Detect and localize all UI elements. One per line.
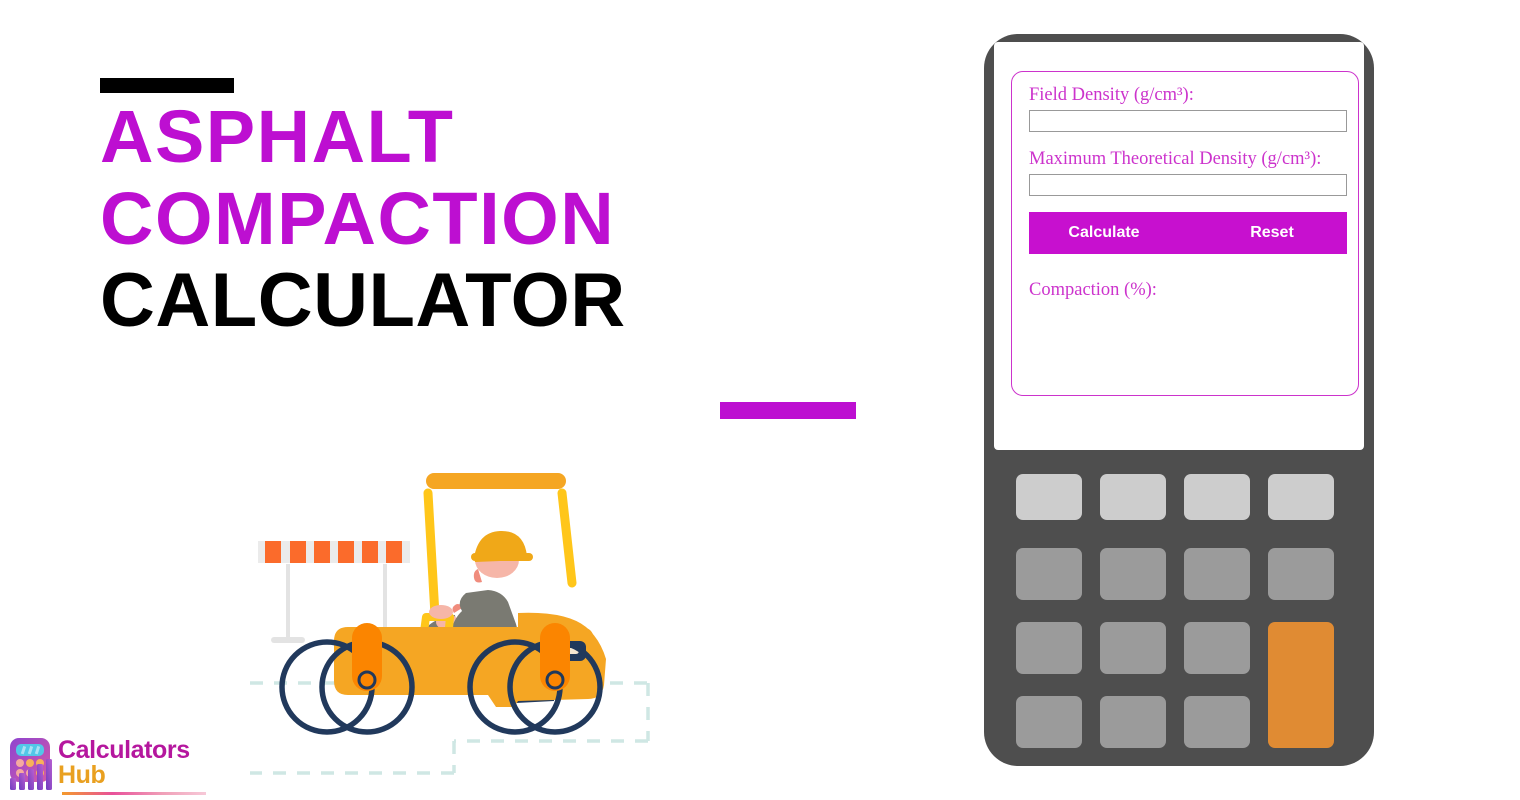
road-roller-illustration — [250, 465, 670, 775]
keypad-key-r2c4[interactable] — [1268, 548, 1334, 600]
keypad-key-r2c1[interactable] — [1016, 548, 1082, 600]
page-title-line-3: Calculator — [100, 258, 626, 343]
poster-canvas: Asphalt Compaction Calculator — [0, 0, 1520, 800]
keypad-key-r2c3[interactable] — [1184, 548, 1250, 600]
hero-section: Asphalt Compaction Calculator — [0, 0, 940, 800]
accent-bar-black — [100, 78, 234, 93]
calculator-phone-mockup: Field Density (g/cm³): Maximum Theoretic… — [984, 34, 1374, 766]
field-density-input[interactable] — [1029, 110, 1347, 132]
phone-screen: Field Density (g/cm³): Maximum Theoretic… — [994, 42, 1364, 450]
keypad-key-r3c3[interactable] — [1184, 622, 1250, 674]
logo-underline-gradient — [62, 792, 206, 795]
accent-bar-magenta — [720, 402, 856, 419]
page-title-line-1: Asphalt — [100, 95, 455, 178]
keypad-key-r1c2[interactable] — [1100, 474, 1166, 520]
calculator-keypad — [1016, 474, 1342, 770]
keypad-key-equals-accent[interactable] — [1268, 622, 1334, 748]
keypad-key-r1c3[interactable] — [1184, 474, 1250, 520]
calculator-bars-logo-icon — [6, 736, 58, 794]
calculate-button[interactable]: Calculate — [1029, 212, 1187, 254]
keypad-key-r4c1[interactable] — [1016, 696, 1082, 748]
reset-button[interactable]: Reset — [1187, 212, 1347, 254]
logo-wordmark: Calculators Hub — [58, 738, 190, 788]
logo-text-hub: Hub — [58, 761, 106, 789]
keypad-key-r1c4[interactable] — [1268, 474, 1334, 520]
keypad-key-r4c3[interactable] — [1184, 696, 1250, 748]
calculators-hub-logo[interactable]: Calculators Hub — [6, 736, 206, 796]
keypad-key-r1c1[interactable] — [1016, 474, 1082, 520]
max-theoretical-density-input[interactable] — [1029, 174, 1347, 196]
compaction-result-label: Compaction (%): — [1029, 280, 1157, 300]
page-title-line-2: Compaction — [100, 177, 616, 260]
max-theoretical-density-label: Maximum Theoretical Density (g/cm³): — [1029, 149, 1322, 169]
keypad-key-r2c2[interactable] — [1100, 548, 1166, 600]
keypad-key-r4c2[interactable] — [1100, 696, 1166, 748]
page-title: Asphalt Compaction Calculator — [100, 96, 900, 342]
compaction-calculator-form: Field Density (g/cm³): Maximum Theoretic… — [1011, 71, 1359, 396]
form-button-row: Calculate Reset — [1029, 212, 1347, 254]
keypad-key-r3c2[interactable] — [1100, 622, 1166, 674]
field-density-label: Field Density (g/cm³): — [1029, 85, 1194, 105]
logo-text-calculators: Calculators — [58, 736, 190, 764]
keypad-key-r3c1[interactable] — [1016, 622, 1082, 674]
